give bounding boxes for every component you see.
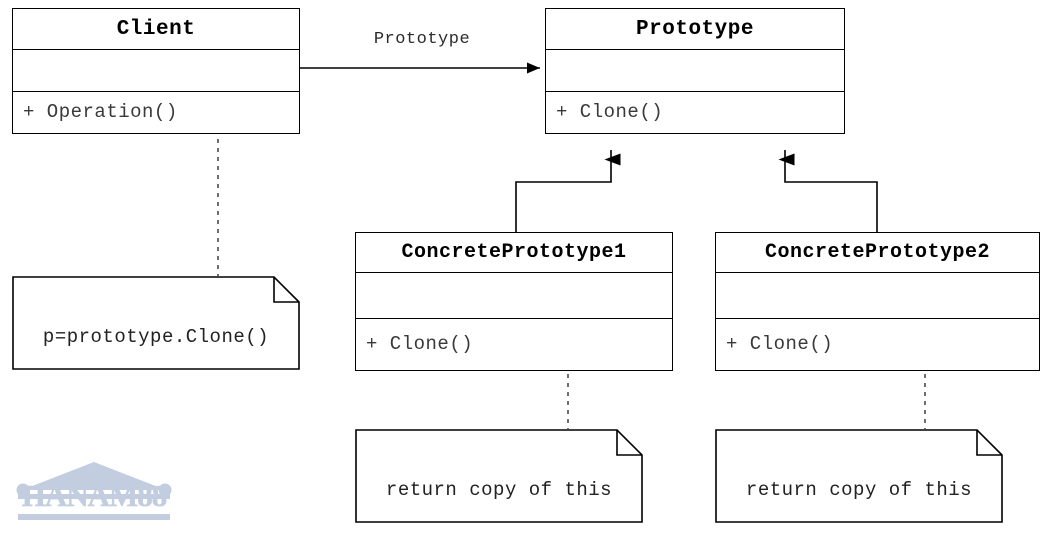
class-attributes-concreteprototype2	[716, 273, 1039, 319]
class-box-prototype[interactable]: Prototype + Clone()	[545, 8, 845, 134]
class-box-concreteprototype1[interactable]: ConcretePrototype1 + Clone()	[355, 232, 673, 371]
note-text-concreteprototype2: return copy of this	[745, 479, 973, 501]
class-name-client: Client	[13, 9, 299, 51]
diagram-canvas: Prototype Client + Operation() Prototype…	[0, 0, 1048, 537]
watermark-text: HANAM88	[21, 478, 167, 514]
note-box-client[interactable]: p=prototype.Clone()	[12, 276, 300, 370]
note-box-concreteprototype1[interactable]: return copy of this	[355, 429, 643, 523]
class-operation-prototype: + Clone()	[546, 91, 844, 134]
generalization-concrete1	[515, 150, 621, 232]
class-name-concreteprototype1: ConcretePrototype1	[356, 233, 672, 274]
class-name-concreteprototype2: ConcretePrototype2	[716, 233, 1039, 274]
class-attributes-prototype	[546, 50, 844, 92]
class-box-client[interactable]: Client + Operation()	[12, 8, 300, 134]
class-operation-concreteprototype2: + Clone()	[716, 318, 1039, 370]
class-box-concreteprototype2[interactable]: ConcretePrototype2 + Clone()	[715, 232, 1040, 371]
association-label: Prototype	[373, 30, 471, 49]
class-operation-concreteprototype1: + Clone()	[356, 318, 672, 370]
class-attributes-concreteprototype1	[356, 273, 672, 319]
class-attributes-client	[13, 50, 299, 92]
class-name-prototype: Prototype	[546, 9, 844, 51]
note-text-concreteprototype1: return copy of this	[385, 479, 613, 501]
watermark: HANAM88	[6, 458, 182, 520]
note-text-client: p=prototype.Clone()	[42, 326, 270, 348]
class-operation-client: + Operation()	[13, 91, 299, 134]
note-box-concreteprototype2[interactable]: return copy of this	[715, 429, 1003, 523]
generalization-concrete2	[778, 150, 878, 232]
